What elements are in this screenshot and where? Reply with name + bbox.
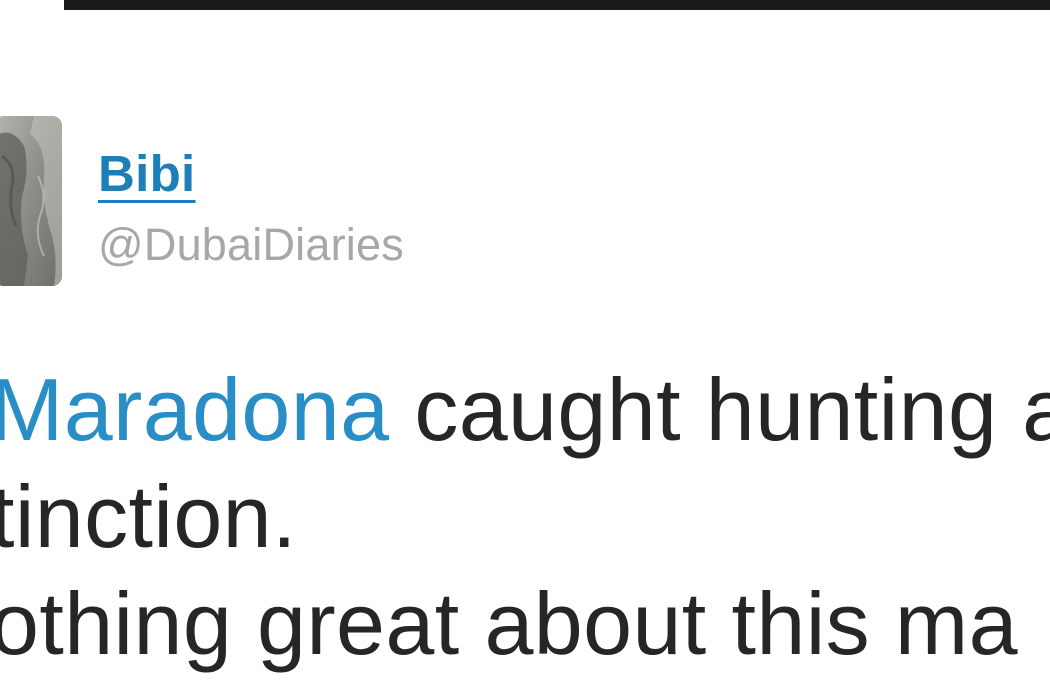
tweet-line-1-text: caught hunting a: [389, 360, 1050, 459]
tweet-text: Maradona caught hunting a tinction. othi…: [0, 356, 1050, 677]
avatar[interactable]: [0, 116, 62, 286]
tweet-line-2: tinction.: [0, 467, 297, 566]
tweet-line-3: othing great about this ma: [0, 574, 1018, 673]
mention-link[interactable]: Maradona: [0, 360, 389, 459]
top-strip: [0, 0, 1050, 10]
profile-handle: @DubaiDiaries: [98, 219, 404, 270]
top-dark-bar: [64, 0, 1050, 10]
profile-name-link[interactable]: Bibi: [98, 148, 196, 199]
avatar-photo-icon: [0, 116, 62, 286]
tweet-line-1: Maradona caught hunting a: [0, 356, 1050, 463]
